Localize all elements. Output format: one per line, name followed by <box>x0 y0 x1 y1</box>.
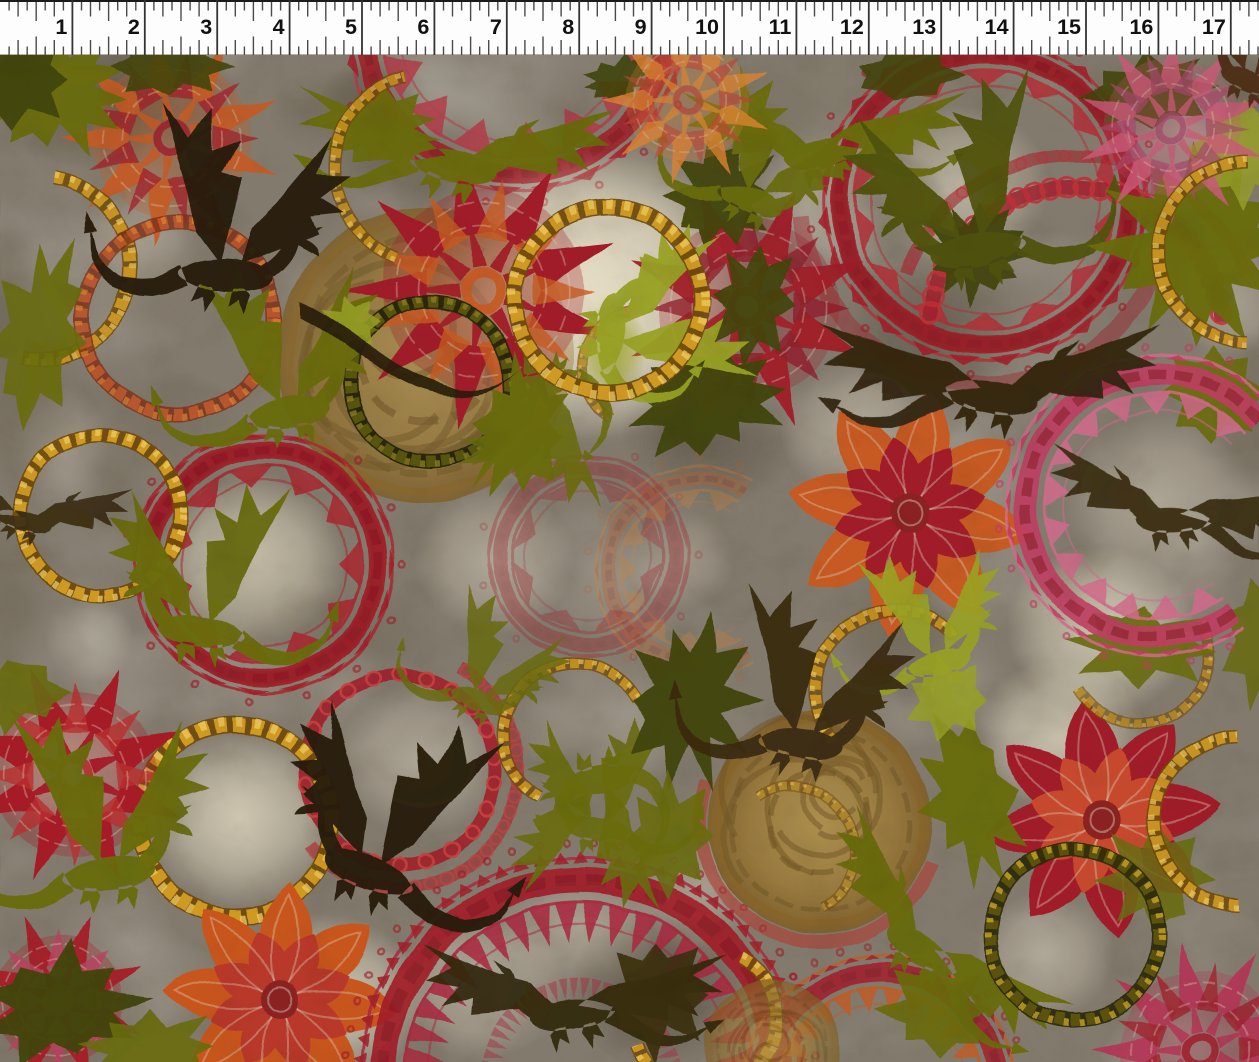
svg-text:11: 11 <box>769 15 792 39</box>
svg-text:15: 15 <box>1057 15 1081 39</box>
svg-text:5: 5 <box>345 15 357 39</box>
svg-text:8: 8 <box>562 15 574 39</box>
svg-text:17: 17 <box>1202 15 1226 39</box>
svg-text:13: 13 <box>912 15 936 39</box>
svg-text:12: 12 <box>840 15 864 39</box>
svg-text:10: 10 <box>695 15 719 39</box>
svg-text:9: 9 <box>635 15 647 39</box>
svg-text:14: 14 <box>985 15 1009 39</box>
svg-text:7: 7 <box>490 15 502 39</box>
svg-text:2: 2 <box>128 15 140 39</box>
svg-text:1: 1 <box>55 15 67 39</box>
svg-text:3: 3 <box>200 15 212 39</box>
svg-text:4: 4 <box>273 15 285 39</box>
svg-text:16: 16 <box>1129 15 1153 39</box>
svg-text:6: 6 <box>417 15 429 39</box>
